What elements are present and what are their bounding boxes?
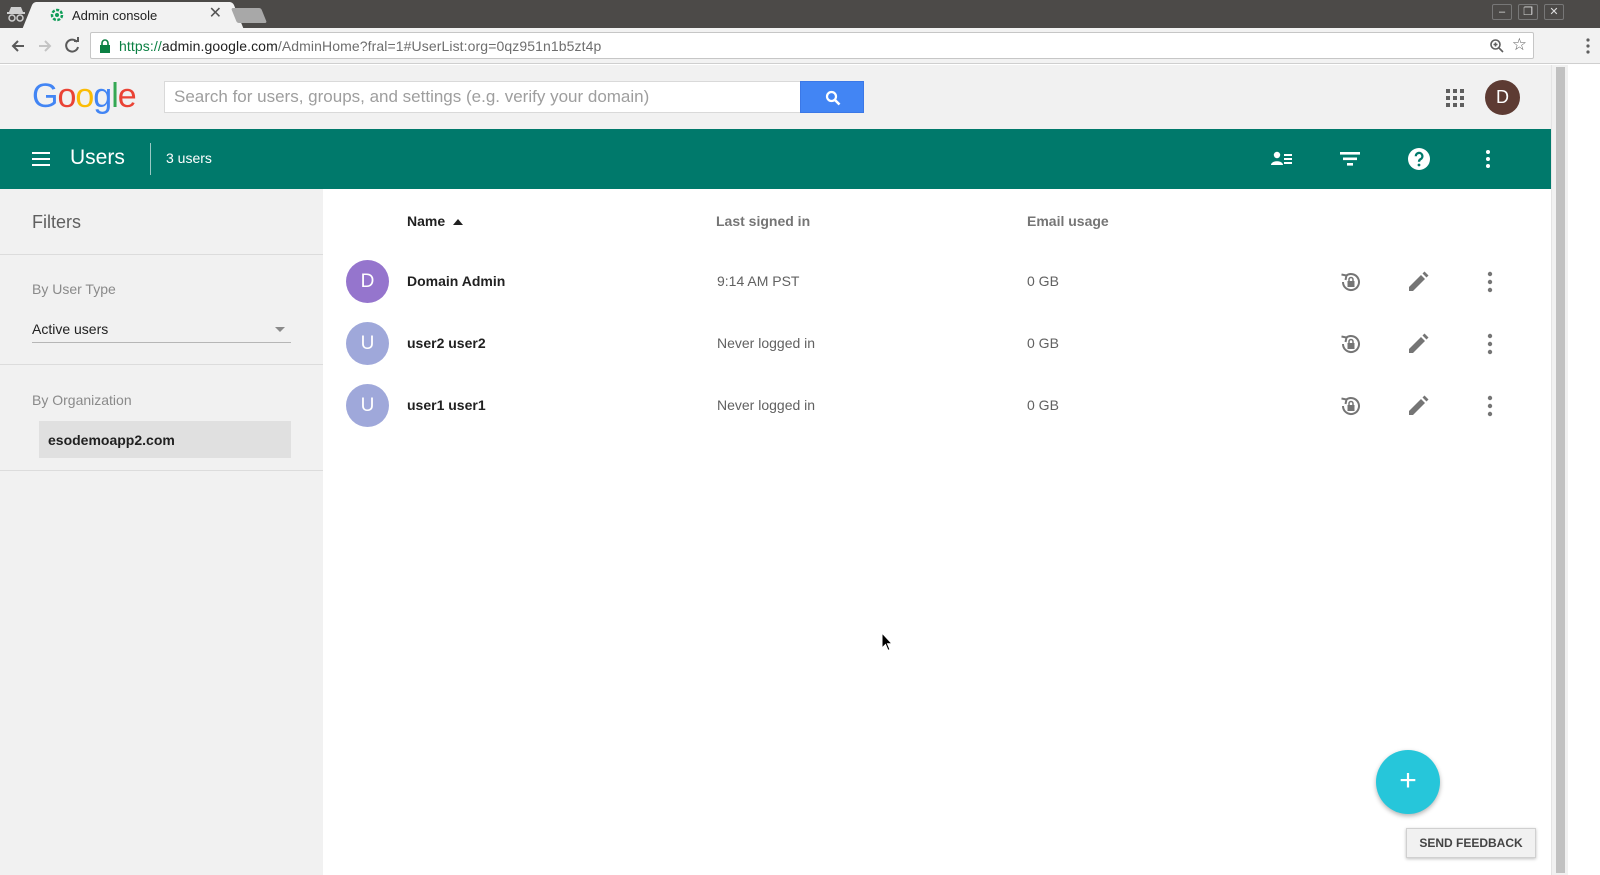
column-header-name[interactable]: Name xyxy=(407,213,445,229)
column-header-email-usage[interactable]: Email usage xyxy=(1027,213,1109,229)
user-name[interactable]: user2 user2 xyxy=(407,335,486,351)
send-feedback-button[interactable]: SEND FEEDBACK xyxy=(1406,828,1536,858)
more-options-icon[interactable] xyxy=(1476,147,1500,171)
tab-title: Admin console xyxy=(72,8,158,23)
window-margin xyxy=(1568,65,1600,875)
apps-grid-icon[interactable] xyxy=(1446,89,1464,107)
search-icon xyxy=(825,90,841,106)
last-signed-in: 9:14 AM PST xyxy=(717,273,800,289)
page-title: Users xyxy=(70,146,125,169)
edit-pencil-icon[interactable] xyxy=(1405,393,1431,419)
email-usage: 0 GB xyxy=(1027,273,1059,289)
edit-pencil-icon[interactable] xyxy=(1405,269,1431,295)
admin-gear-icon xyxy=(50,8,64,22)
filters-title: Filters xyxy=(32,212,81,232)
user-count: 3 users xyxy=(166,150,212,166)
account-avatar[interactable]: D xyxy=(1485,80,1520,115)
secure-lock-icon xyxy=(100,39,110,53)
zoom-icon[interactable] xyxy=(1489,38,1505,54)
page-scrollbar[interactable] xyxy=(1551,65,1568,875)
user-type-select[interactable]: Active users xyxy=(32,319,291,343)
sort-ascending-icon[interactable] xyxy=(453,219,463,225)
window-close-icon[interactable]: ✕ xyxy=(1544,4,1564,20)
url-scheme: https:// xyxy=(119,38,162,54)
last-signed-in: Never logged in xyxy=(717,335,816,351)
row-more-options-icon[interactable] xyxy=(1477,331,1503,357)
url-path: /AdminHome?fral=1#UserList:org=0qz951n1b… xyxy=(277,38,602,54)
help-icon[interactable] xyxy=(1407,147,1431,171)
new-tab-button[interactable] xyxy=(230,8,268,23)
logo-letter: o xyxy=(75,77,94,115)
user-type-label: By User Type xyxy=(32,281,116,297)
mouse-cursor-icon xyxy=(881,632,893,652)
email-usage: 0 GB xyxy=(1027,397,1059,413)
user-avatar: D xyxy=(346,260,389,303)
edit-pencil-icon[interactable] xyxy=(1405,331,1431,357)
admin-header: Google D xyxy=(0,65,1551,129)
reload-icon[interactable] xyxy=(62,36,82,56)
search-button[interactable] xyxy=(800,81,864,113)
filters-sidebar: Filters By User Type Active users By Org… xyxy=(0,189,323,875)
forward-icon[interactable] xyxy=(35,36,55,56)
admin-page: Google D Users 3 users xyxy=(0,65,1551,875)
reset-password-icon[interactable] xyxy=(1338,393,1364,419)
tab-close-icon[interactable]: ✕ xyxy=(209,5,222,22)
divider xyxy=(0,470,323,471)
table-row[interactable]: D Domain Admin 9:14 AM PST 0 GB xyxy=(323,251,1551,313)
row-more-options-icon[interactable] xyxy=(1477,269,1503,295)
email-usage: 0 GB xyxy=(1027,335,1059,351)
organization-label: By Organization xyxy=(32,392,132,408)
divider xyxy=(0,254,323,255)
tab-admin-console[interactable]: Admin console ✕ xyxy=(36,2,230,28)
browser-toolbar: https://admin.google.com/AdminHome?fral=… xyxy=(0,28,1600,64)
last-signed-in: Never logged in xyxy=(717,397,816,413)
add-user-button[interactable]: + xyxy=(1376,750,1440,814)
user-avatar: U xyxy=(346,384,389,427)
logo-letter: G xyxy=(32,77,58,115)
reset-password-icon[interactable] xyxy=(1338,331,1364,357)
logo-letter: g xyxy=(93,77,112,115)
browser-tabstrip: Admin console ✕ – ❐ ✕ xyxy=(0,0,1600,28)
back-icon[interactable] xyxy=(8,36,28,56)
bookmark-star-icon[interactable]: ☆ xyxy=(1512,35,1527,55)
url-host: admin.google.com xyxy=(161,38,278,54)
incognito-icon xyxy=(7,7,25,22)
search-box xyxy=(164,81,800,113)
user-name[interactable]: user1 user1 xyxy=(407,397,486,413)
search-input[interactable] xyxy=(165,82,800,112)
menu-icon[interactable] xyxy=(32,152,50,166)
url-text: https://admin.google.com/AdminHome?fral=… xyxy=(119,38,601,54)
organization-item[interactable]: esodemoapp2.com xyxy=(39,421,291,458)
scrollbar-thumb[interactable] xyxy=(1556,67,1565,873)
logo-letter: o xyxy=(57,77,76,115)
minimize-icon[interactable]: – xyxy=(1492,4,1512,20)
table-row[interactable]: U user1 user1 Never logged in 0 GB xyxy=(323,375,1551,437)
title-divider xyxy=(150,143,151,175)
google-logo[interactable]: Google xyxy=(32,77,137,116)
user-name[interactable]: Domain Admin xyxy=(407,273,505,289)
organization-name: esodemoapp2.com xyxy=(48,432,175,448)
users-appbar: Users 3 users xyxy=(0,129,1551,189)
logo-letter: e xyxy=(117,77,137,115)
row-more-options-icon[interactable] xyxy=(1477,393,1503,419)
address-bar[interactable]: https://admin.google.com/AdminHome?fral=… xyxy=(90,32,1534,59)
dropdown-caret-icon xyxy=(275,327,285,332)
divider xyxy=(0,364,323,365)
user-type-value: Active users xyxy=(32,321,109,337)
table-row[interactable]: U user2 user2 Never logged in 0 GB xyxy=(323,313,1551,375)
browser-menu-icon[interactable] xyxy=(1586,37,1590,55)
restore-icon[interactable]: ❐ xyxy=(1518,4,1538,20)
user-list-options-icon[interactable] xyxy=(1269,147,1293,171)
reset-password-icon[interactable] xyxy=(1338,269,1364,295)
column-header-last-signed-in[interactable]: Last signed in xyxy=(716,213,810,229)
filter-icon[interactable] xyxy=(1338,147,1362,171)
user-avatar: U xyxy=(346,322,389,365)
